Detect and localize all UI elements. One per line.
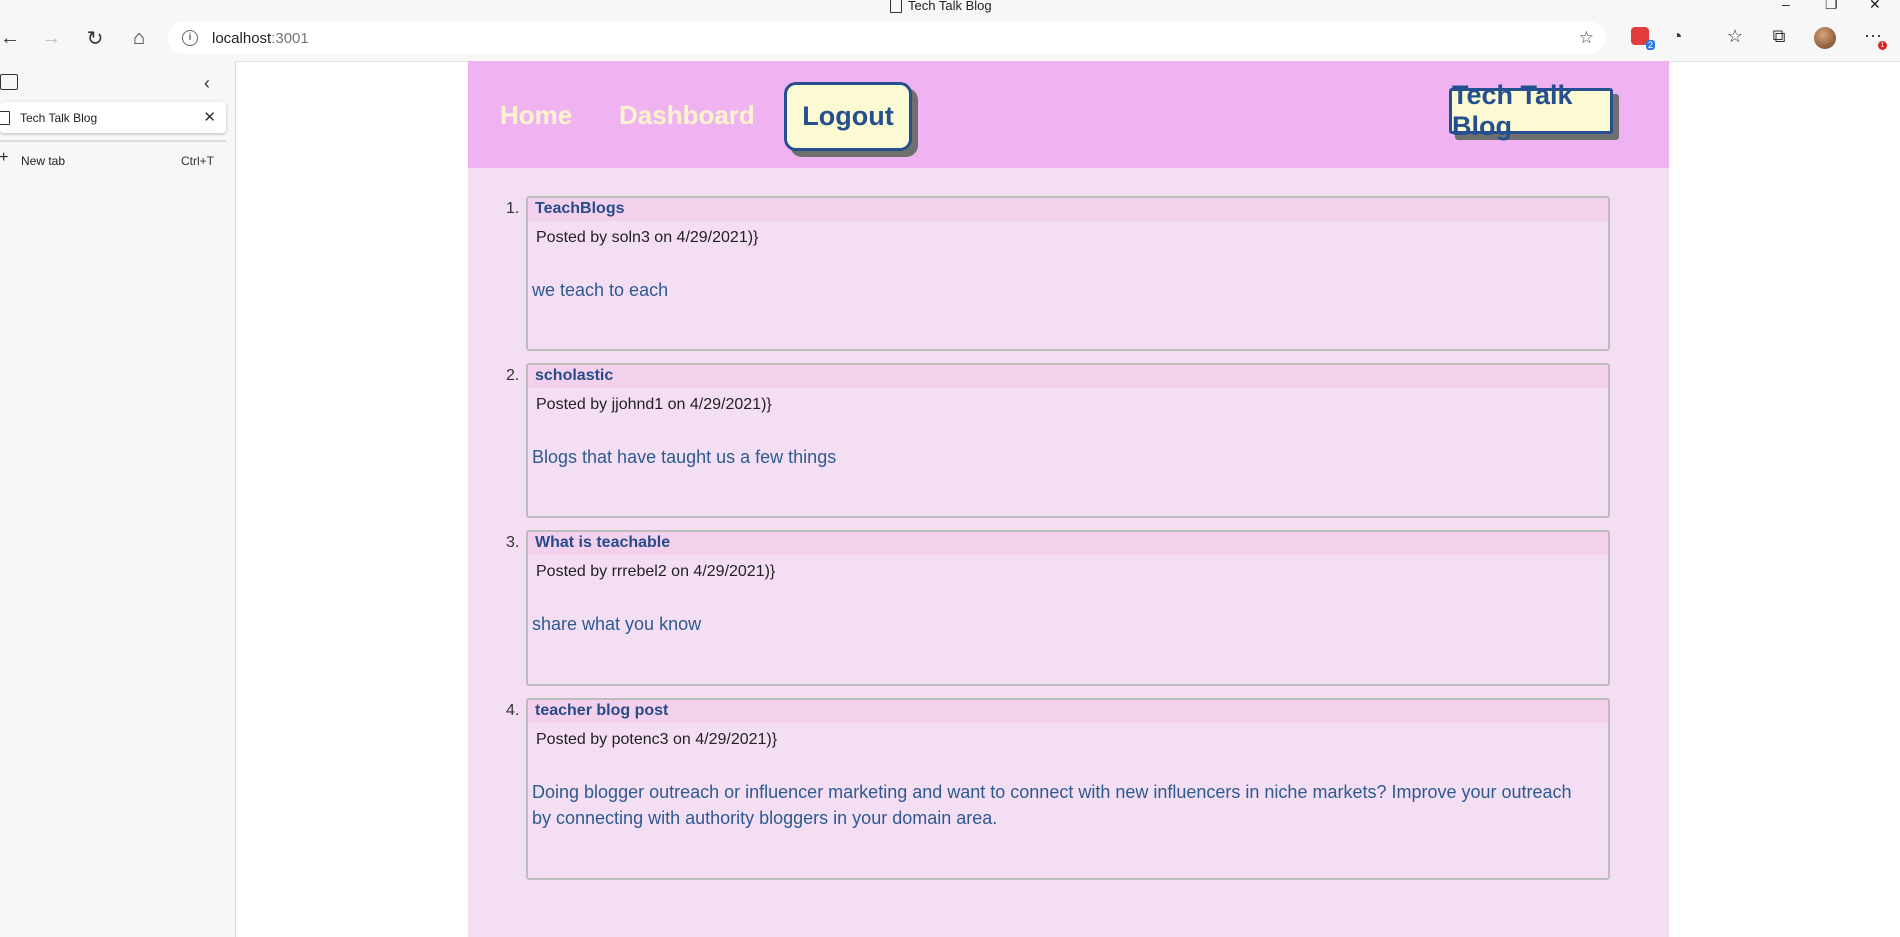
restore-icon[interactable]: ❐: [1825, 0, 1838, 13]
post-item[interactable]: 4. teacher blog post Posted by potenc3 o…: [506, 698, 1610, 880]
site-info-icon[interactable]: i: [182, 30, 198, 46]
document-icon: [890, 0, 902, 13]
profile-avatar[interactable]: [1814, 27, 1836, 49]
post-title[interactable]: What is teachable: [528, 532, 1608, 555]
site-header: Home Dashboard Logout Tech Talk Blog: [468, 61, 1669, 168]
tab-actions-icon[interactable]: [0, 74, 18, 90]
post-meta: Posted by rrrebel2 on 4/29/2021)}: [536, 563, 776, 580]
extension-badge-count: 2: [1645, 40, 1655, 50]
logout-button[interactable]: Logout: [784, 82, 912, 151]
collapse-sidebar-icon[interactable]: ‹: [204, 73, 210, 94]
new-tab-button[interactable]: + New tab Ctrl+T: [0, 149, 226, 172]
new-tab-shortcut: Ctrl+T: [181, 154, 214, 168]
page-content: Home Dashboard Logout Tech Talk Blog 1. …: [468, 61, 1669, 937]
address-bar[interactable]: i localhost:3001 ☆: [168, 22, 1606, 54]
document-icon: [0, 110, 10, 125]
post-item[interactable]: 2. scholastic Posted by jjohnd1 on 4/29/…: [506, 363, 1610, 518]
post-item[interactable]: 1. TeachBlogs Posted by soln3 on 4/29/20…: [506, 196, 1610, 351]
refresh-icon[interactable]: ↻: [81, 24, 109, 52]
window-title: Tech Talk Blog: [890, 0, 992, 13]
close-window-icon[interactable]: ✕: [1869, 0, 1881, 13]
vertical-tabs-sidebar: ‹ Tech Talk Blog ✕ + New tab Ctrl+T: [0, 61, 236, 937]
post-body: share what you know: [532, 614, 702, 634]
extension-icon[interactable]: 2: [1631, 27, 1655, 50]
plus-icon: +: [0, 149, 9, 166]
tab-label: Tech Talk Blog: [20, 110, 98, 125]
window-title-text: Tech Talk Blog: [908, 0, 992, 13]
add-favorite-icon[interactable]: ☆: [1579, 28, 1594, 48]
site-brand: Tech Talk Blog: [1449, 80, 1613, 141]
tab-tech-talk-blog[interactable]: Tech Talk Blog ✕: [0, 102, 226, 133]
post-title[interactable]: scholastic: [528, 365, 1608, 388]
tracking-icon[interactable]: ◔: [1665, 26, 1689, 47]
post-number: 3.: [506, 534, 520, 551]
post-item[interactable]: 3. What is teachable Posted by rrrebel2 …: [506, 530, 1610, 686]
post-title[interactable]: TeachBlogs: [528, 198, 1608, 221]
post-body: we teach to each: [532, 280, 669, 300]
browser-toolbar: ← → ↻ ⌂ i localhost:3001 ☆ 2 ◔ ☆ ⧉ ⋯ 1: [0, 14, 1900, 62]
nav-home-link[interactable]: Home: [500, 100, 572, 131]
new-tab-label: New tab: [21, 154, 66, 168]
post-number: 1.: [506, 200, 520, 217]
post-meta: Posted by potenc3 on 4/29/2021)}: [536, 731, 778, 748]
minimize-icon[interactable]: –: [1782, 0, 1790, 12]
home-icon[interactable]: ⌂: [125, 24, 153, 52]
close-tab-icon[interactable]: ✕: [203, 108, 216, 126]
address-port: :3001: [271, 29, 309, 47]
favorites-icon[interactable]: ☆: [1723, 26, 1747, 47]
sidebar-divider: [0, 140, 226, 142]
post-number: 2.: [506, 367, 520, 384]
post-meta: Posted by jjohnd1 on 4/29/2021)}: [536, 396, 772, 413]
nav-dashboard-link[interactable]: Dashboard: [619, 100, 755, 131]
window-titlebar: Tech Talk Blog – ❐ ✕: [0, 0, 1900, 14]
post-body: Doing blogger outreach or influencer mar…: [532, 782, 1572, 828]
notification-badge: 1: [1878, 41, 1887, 50]
post-number: 4.: [506, 702, 520, 719]
collections-icon[interactable]: ⧉: [1767, 26, 1791, 47]
post-body: Blogs that have taught us a few things: [532, 447, 837, 467]
post-title[interactable]: teacher blog post: [528, 700, 1608, 723]
address-host: localhost: [212, 29, 272, 47]
forward-icon[interactable]: →: [37, 24, 65, 52]
post-meta: Posted by soln3 on 4/29/2021)}: [536, 229, 759, 246]
back-icon[interactable]: ←: [0, 24, 24, 52]
